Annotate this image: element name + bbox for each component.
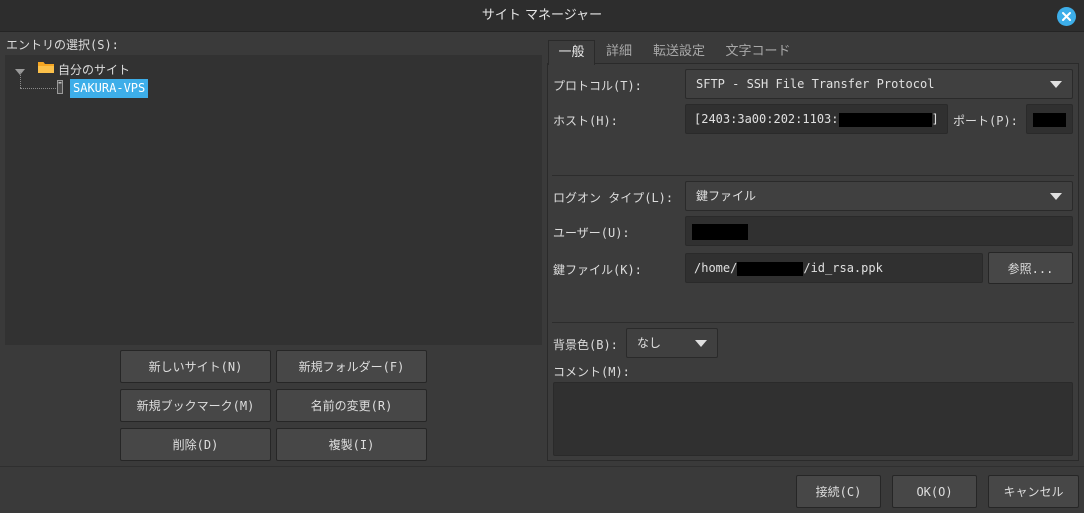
server-icon <box>57 80 63 97</box>
bgcolor-value: なし <box>637 336 662 350</box>
keyfile-value-suffix: /id_rsa.ppk <box>803 261 883 275</box>
connect-button[interactable]: 接続(C) <box>796 475 881 508</box>
logon-type-select[interactable]: 鍵ファイル <box>685 181 1073 211</box>
user-label: ユーザー(U): <box>553 226 630 240</box>
new-site-button[interactable]: 新しいサイト(N) <box>120 350 271 383</box>
keyfile-label: 鍵ファイル(K): <box>553 263 642 277</box>
window-title: サイト マネージャー <box>481 8 603 23</box>
separator <box>552 175 1074 176</box>
tab-advanced[interactable]: 詳細 <box>600 40 638 64</box>
folder-icon <box>38 61 54 77</box>
host-value-suffix: ] <box>931 112 939 126</box>
logon-type-value: 鍵ファイル <box>696 189 757 203</box>
rename-button[interactable]: 名前の変更(R) <box>276 389 427 422</box>
keyfile-value-prefix: /home/ <box>694 261 738 275</box>
protocol-select[interactable]: SFTP - SSH File Transfer Protocol <box>685 69 1073 99</box>
tab-general[interactable]: 一般 <box>548 40 595 65</box>
keyfile-input[interactable]: /home/ /id_rsa.ppk <box>685 253 983 283</box>
entry-select-label: エントリの選択(S): <box>6 38 119 52</box>
host-label: ホスト(H): <box>553 114 618 128</box>
tree-line-vertical <box>20 72 21 88</box>
chevron-down-icon <box>1050 81 1062 88</box>
port-input[interactable] <box>1026 104 1073 134</box>
redacted-user <box>692 223 748 240</box>
tree-item-my-sites[interactable]: 自分のサイト <box>58 61 130 78</box>
tree-line-horizontal <box>20 88 56 89</box>
separator <box>552 322 1074 323</box>
comment-label: コメント(M): <box>553 365 630 379</box>
host-value-prefix: [2403:3a00:202:1103: <box>694 112 839 126</box>
comment-textarea[interactable] <box>553 382 1073 456</box>
chevron-down-icon <box>1050 193 1062 200</box>
host-input[interactable]: [2403:3a00:202:1103:] <box>685 104 948 134</box>
logon-type-label: ログオン タイプ(L): <box>553 191 674 205</box>
footer-separator <box>0 466 1084 467</box>
tab-charset[interactable]: 文字コード <box>722 40 794 64</box>
site-tree[interactable] <box>5 55 542 345</box>
user-input[interactable] <box>685 216 1073 246</box>
chevron-down-icon <box>695 340 707 347</box>
port-label: ポート(P): <box>953 114 1018 128</box>
duplicate-button[interactable]: 複製(I) <box>276 428 427 461</box>
ok-button[interactable]: OK(O) <box>892 475 977 508</box>
protocol-value: SFTP - SSH File Transfer Protocol <box>696 77 935 91</box>
tree-item-sakura-vps[interactable]: SAKURA-VPS <box>70 79 149 98</box>
close-icon <box>1062 12 1071 21</box>
bgcolor-select[interactable]: なし <box>626 328 718 358</box>
delete-button[interactable]: 削除(D) <box>120 428 271 461</box>
redacted-keyfile-path <box>737 261 804 276</box>
protocol-label: プロトコル(T): <box>553 79 642 93</box>
redacted-host <box>838 112 932 127</box>
browse-button[interactable]: 参照... <box>988 252 1073 284</box>
cancel-button[interactable]: キャンセル <box>988 475 1079 508</box>
new-bookmark-button[interactable]: 新規ブックマーク(M) <box>120 389 271 422</box>
bgcolor-label: 背景色(B): <box>553 338 618 352</box>
redacted-port <box>1033 112 1066 127</box>
new-folder-button[interactable]: 新規フォルダー(F) <box>276 350 427 383</box>
tab-transfer-settings[interactable]: 転送設定 <box>648 40 710 64</box>
close-button[interactable] <box>1057 7 1076 26</box>
